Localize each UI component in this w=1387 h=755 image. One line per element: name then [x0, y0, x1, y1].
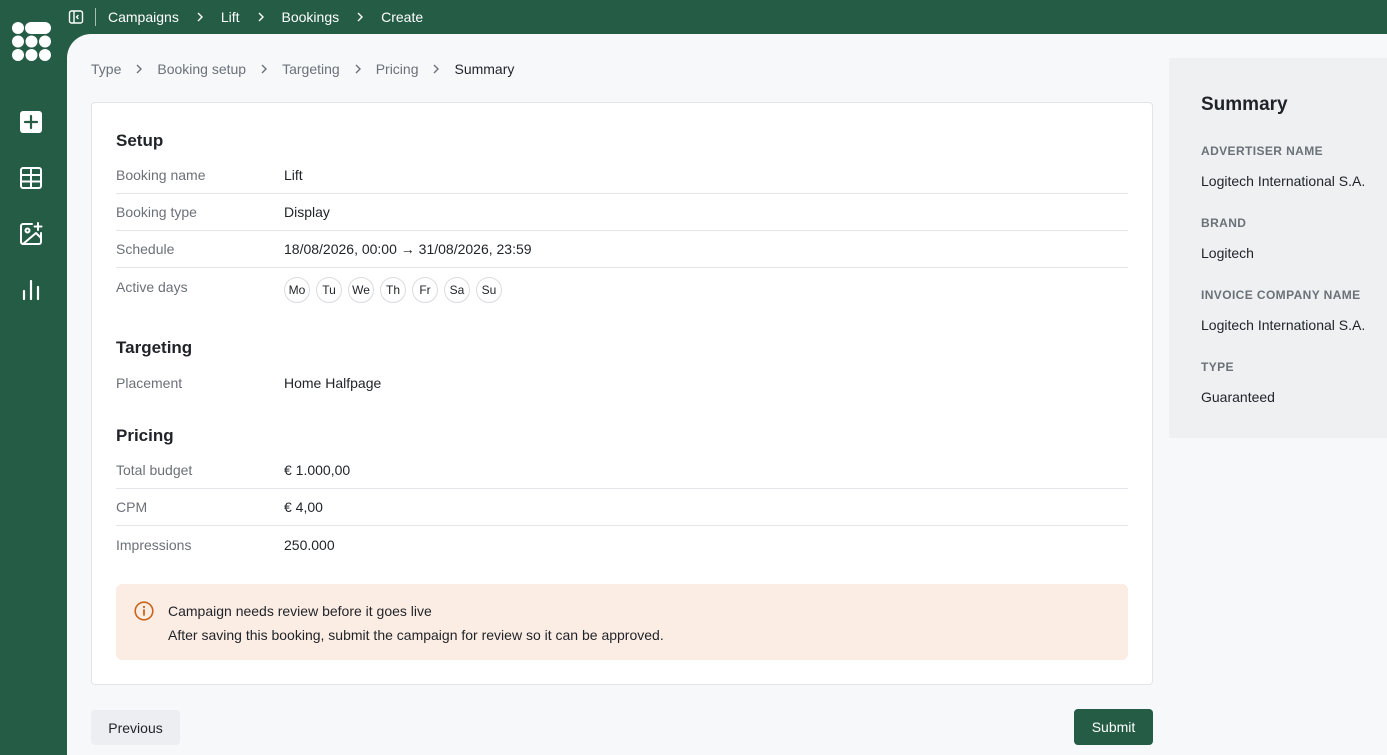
alert-title: Campaign needs review before it goes liv…: [168, 603, 432, 619]
setup-row-schedule: Schedule 18/08/2026, 00:00 → 31/08/2026,…: [116, 231, 1128, 268]
day-chip-fr: Fr: [412, 277, 438, 303]
pricing-row-cpm: CPM € 4,00: [116, 489, 1128, 526]
pricing-row-impressions: Impressions 250.000: [116, 526, 1128, 563]
review-alert: Campaign needs review before it goes liv…: [116, 584, 1128, 660]
row-value: Display: [284, 204, 330, 220]
sidebar: [0, 0, 67, 755]
summary-title: Summary: [1201, 94, 1288, 115]
row-label: Booking name: [116, 167, 206, 183]
active-days: Mo Tu We Th Fr Sa Su: [284, 277, 502, 303]
type-label: TYPE: [1201, 360, 1234, 374]
row-value: 250.000: [284, 536, 335, 553]
table-grid-icon[interactable]: [19, 166, 43, 190]
row-value: € 4,00: [284, 499, 323, 515]
app-logo[interactable]: [11, 21, 52, 62]
row-label: Impressions: [116, 536, 192, 553]
day-chip-sa: Sa: [444, 277, 470, 303]
invoice-company-label: INVOICE COMPANY NAME: [1201, 288, 1361, 302]
breadcrumb: Campaigns Lift Bookings Create: [108, 9, 423, 25]
row-value: 18/08/2026, 00:00 → 31/08/2026, 23:59: [284, 241, 532, 257]
invoice-company-value: Logitech International S.A.: [1201, 317, 1366, 333]
row-value: € 1.000,00: [284, 462, 351, 478]
step-booking-setup[interactable]: Booking setup: [157, 61, 246, 77]
chevron-right-icon: [260, 64, 268, 74]
wizard-steps: Type Booking setup Targeting Pricing Sum…: [91, 61, 514, 77]
chevron-right-icon: [356, 12, 364, 22]
row-label: Booking type: [116, 204, 197, 220]
submit-button[interactable]: Submit: [1074, 709, 1153, 745]
row-label: Active days: [116, 279, 188, 295]
setup-row-booking-type: Booking type Display: [116, 194, 1128, 231]
step-type[interactable]: Type: [91, 61, 121, 77]
chevron-right-icon: [135, 64, 143, 74]
targeting-row-placement: Placement Home Halfpage: [116, 364, 1128, 401]
chevron-right-icon: [432, 64, 440, 74]
advertiser-name-label: ADVERTISER NAME: [1201, 144, 1324, 158]
image-add-icon[interactable]: [19, 222, 43, 246]
chevron-right-icon: [354, 64, 362, 74]
day-chip-tu: Tu: [316, 277, 342, 303]
panel-toggle-icon[interactable]: [68, 9, 84, 25]
row-label: Schedule: [116, 241, 175, 257]
step-targeting[interactable]: Targeting: [282, 61, 340, 77]
top-bar: Campaigns Lift Bookings Create: [67, 0, 1387, 34]
setup-row-booking-name: Booking name Lift: [116, 157, 1128, 194]
review-card: Setup Booking name Lift Booking type Dis…: [91, 102, 1153, 685]
plus-square-icon[interactable]: [19, 110, 43, 134]
summary-panel: Summary ADVERTISER NAME Logitech Interna…: [1169, 58, 1387, 438]
type-value: Guaranteed: [1201, 389, 1275, 405]
row-label: CPM: [116, 499, 148, 515]
setup-row-active-days: Active days Mo Tu We Th Fr Sa Su: [116, 268, 1128, 312]
advertiser-name-value: Logitech International S.A.: [1201, 173, 1366, 189]
breadcrumb-lift[interactable]: Lift: [221, 9, 240, 25]
chevron-right-icon: [196, 12, 204, 22]
info-icon: [134, 601, 154, 621]
main-content: Type Booking setup Targeting Pricing Sum…: [67, 34, 1387, 755]
pricing-heading: Pricing: [116, 426, 174, 445]
row-value: Home Halfpage: [284, 374, 382, 391]
brand-value: Logitech: [1201, 245, 1254, 261]
topbar-divider: [95, 8, 96, 26]
day-chip-mo: Mo: [284, 277, 310, 303]
previous-button[interactable]: Previous: [91, 710, 180, 745]
step-summary: Summary: [454, 61, 515, 77]
day-chip-su: Su: [476, 277, 502, 303]
row-label: Placement: [116, 374, 183, 391]
brand-label: BRAND: [1201, 216, 1247, 230]
chevron-right-icon: [257, 12, 265, 22]
setup-heading: Setup: [116, 131, 164, 150]
alert-text: After saving this booking, submit the ca…: [168, 627, 664, 643]
day-chip-we: We: [348, 277, 374, 303]
day-chip-th: Th: [380, 277, 406, 303]
row-label: Total budget: [116, 462, 193, 478]
bar-chart-icon[interactable]: [19, 278, 43, 302]
targeting-heading: Targeting: [116, 338, 193, 357]
breadcrumb-create: Create: [381, 9, 424, 25]
row-value: Lift: [284, 167, 303, 183]
breadcrumb-bookings[interactable]: Bookings: [282, 9, 340, 25]
step-pricing[interactable]: Pricing: [376, 61, 419, 77]
breadcrumb-campaigns[interactable]: Campaigns: [108, 9, 179, 25]
pricing-row-total-budget: Total budget € 1.000,00: [116, 452, 1128, 489]
